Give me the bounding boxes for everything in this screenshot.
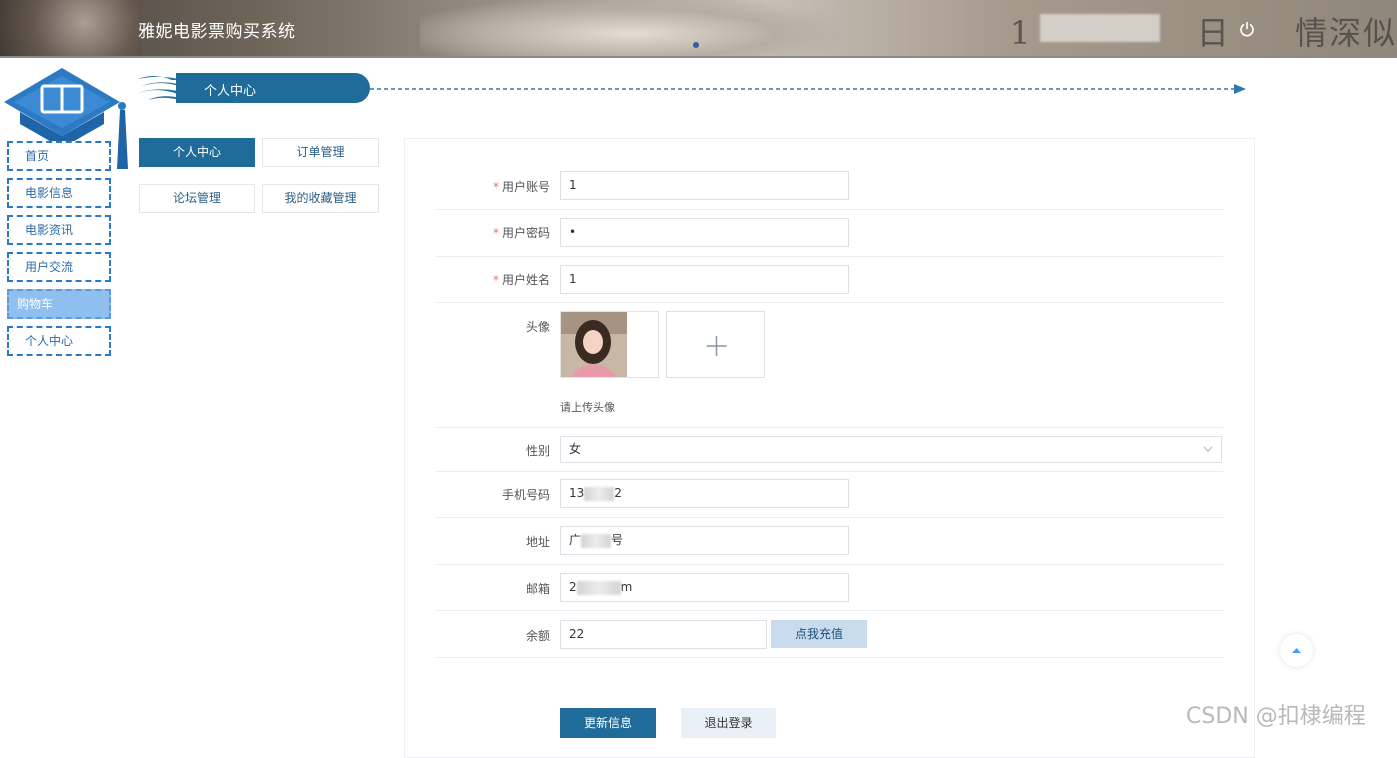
update-info-button[interactable]: 更新信息	[560, 708, 656, 738]
phone-input[interactable]: 13 2	[560, 479, 849, 508]
sidebar-item-cart[interactable]: 购物车	[7, 289, 111, 319]
phone-blur-mask	[584, 486, 615, 501]
name-label: * 用户姓名	[492, 273, 550, 287]
section-title-banner: 个人中心	[138, 73, 370, 103]
recharge-button[interactable]: 点我充值	[771, 620, 867, 648]
banner-text-left: 1	[1010, 14, 1033, 52]
address-label: 地址	[525, 535, 550, 549]
row-divider	[435, 517, 1223, 518]
row-divider	[435, 564, 1223, 565]
balance-label: 余额	[525, 629, 550, 643]
avatar-photo	[561, 312, 658, 377]
back-to-top-button[interactable]	[1280, 634, 1313, 667]
email-input[interactable]: 2m	[560, 573, 849, 602]
password-input[interactable]: •	[560, 218, 849, 247]
row-divider	[435, 209, 1223, 210]
phone-prefix: 13	[569, 486, 585, 500]
balance-input[interactable]: 22	[560, 620, 767, 649]
sidebar-item-user-exchange[interactable]: 用户交流	[7, 252, 111, 282]
header-photo-center	[420, 0, 840, 56]
tab-forum[interactable]: 论坛管理	[139, 184, 255, 213]
banner-dot	[693, 42, 699, 48]
caret-up-icon	[1292, 648, 1301, 653]
gender-value: 女	[569, 442, 582, 456]
avatar-hint: 请上传头像	[560, 401, 615, 414]
email-blur-mask	[576, 580, 621, 595]
tab-orders[interactable]: 订单管理	[262, 138, 379, 167]
account-label: * 用户账号	[492, 180, 550, 194]
sidebar-item-home[interactable]: 首页	[7, 141, 111, 171]
row-divider	[435, 302, 1223, 303]
sidebar-item-movie-info[interactable]: 电影信息	[7, 178, 111, 208]
sidebar-item-movie-news[interactable]: 电影资讯	[7, 215, 111, 245]
tab-profile[interactable]: 个人中心	[139, 138, 255, 167]
password-label: * 用户密码	[492, 226, 550, 240]
avatar-upload-button[interactable]	[666, 311, 765, 378]
app-title: 雅妮电影票购买系统	[138, 22, 296, 42]
account-input[interactable]: 1	[560, 171, 849, 200]
email-prefix: 2	[569, 580, 577, 594]
address-prefix: 广	[569, 533, 582, 547]
avatar-image[interactable]	[560, 311, 659, 378]
address-input[interactable]: 广号	[560, 526, 849, 555]
email-suffix: m	[620, 580, 633, 594]
power-icon[interactable]	[1238, 20, 1256, 38]
banner-text-tail: 情深似	[1295, 14, 1397, 52]
phone-suffix: 2	[614, 486, 622, 500]
tab-favorites[interactable]: 我的收藏管理	[262, 184, 379, 213]
page-title: 个人中心	[204, 84, 257, 99]
banner-text-right: 日	[1196, 14, 1231, 52]
row-divider	[435, 657, 1223, 658]
sidebar-menu: 首页 电影信息 电影资讯 用户交流 购物车 个人中心	[7, 141, 115, 363]
row-divider	[435, 427, 1223, 428]
logout-button[interactable]: 退出登录	[681, 708, 776, 738]
header-photo-left	[0, 0, 140, 56]
sidebar-item-profile[interactable]: 个人中心	[7, 326, 111, 356]
row-divider	[435, 256, 1223, 257]
chevron-down-icon	[1203, 446, 1213, 452]
address-blur-mask	[581, 533, 612, 548]
gender-label: 性别	[525, 444, 550, 458]
address-suffix: 号	[611, 533, 624, 547]
row-divider	[435, 471, 1223, 472]
name-input[interactable]: 1	[560, 265, 849, 294]
plus-icon	[706, 336, 727, 356]
csdn-watermark: CSDN @扣棣编程	[1186, 704, 1366, 729]
top-header: 雅妮电影票购买系统 1 日 情深似	[0, 0, 1397, 58]
phone-label: 手机号码	[501, 488, 550, 502]
banner-blur-mask	[1040, 14, 1160, 42]
row-divider	[435, 610, 1223, 611]
gender-select[interactable]: 女	[560, 436, 1222, 463]
email-label: 邮箱	[525, 582, 550, 596]
avatar-label: 头像	[525, 320, 550, 334]
dashed-arrow-icon	[370, 84, 1246, 94]
